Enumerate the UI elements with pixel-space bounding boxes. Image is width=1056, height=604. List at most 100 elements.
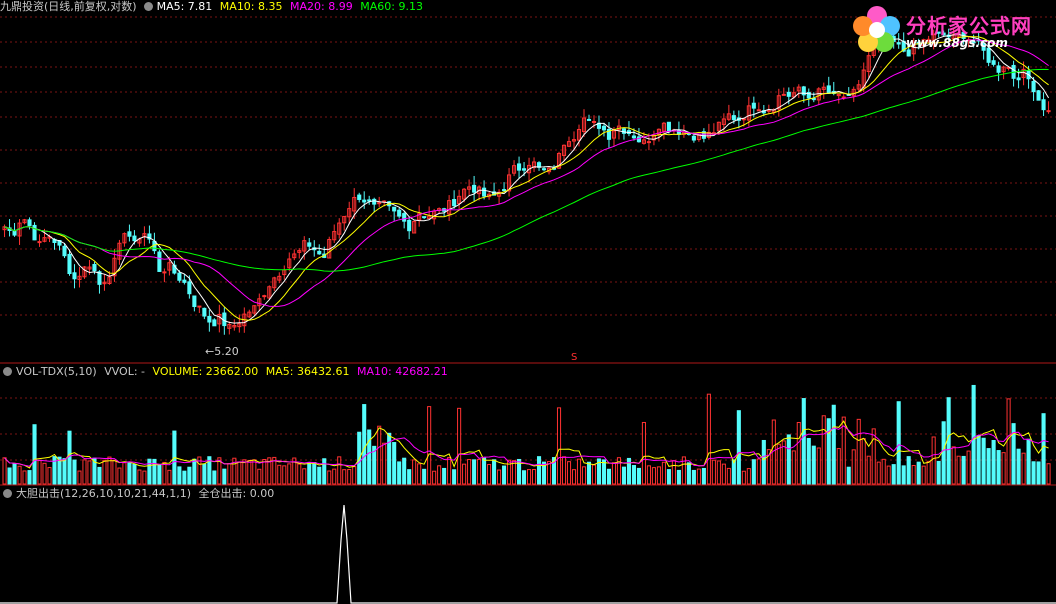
volume-bar: [881, 458, 886, 485]
volume-bar: [641, 421, 646, 485]
volume-bar: [896, 401, 901, 485]
volume-bar: [976, 435, 981, 485]
volume-ma5-line: [4, 420, 1049, 469]
volume-bar: [77, 470, 82, 485]
volume-bar: [327, 470, 332, 485]
candle-body: [601, 125, 607, 131]
volume-bar: [302, 468, 307, 485]
ma5-readout: MA5: 7.81: [156, 0, 213, 13]
candle-body: [262, 295, 267, 298]
candle-body: [132, 235, 137, 242]
volume-bar: [756, 458, 761, 485]
volume-bar: [142, 470, 147, 485]
volume-bar: [182, 470, 187, 485]
settings-circle-icon[interactable]: [3, 489, 12, 498]
volume-bar: [367, 429, 372, 485]
volume-bar: [527, 469, 532, 485]
volume-bar: [591, 464, 597, 485]
volume-bar: [906, 456, 911, 485]
volume-bar: [67, 430, 72, 485]
volume-bar: [981, 437, 986, 485]
volume-bar: [1036, 461, 1041, 485]
volume-bar: [646, 465, 651, 485]
volume-bar: [82, 459, 87, 485]
volume-bar: [806, 438, 811, 485]
candle-body: [502, 189, 507, 192]
volume-bar: [462, 463, 467, 485]
volume-bar: [12, 463, 17, 485]
candle-body: [187, 281, 192, 295]
volume-bar: [492, 459, 497, 485]
volume-bar: [457, 407, 462, 485]
settings-circle-icon[interactable]: [143, 2, 153, 11]
volume-bar: [631, 465, 636, 485]
volume-bar: [497, 469, 502, 485]
volume-bar: [751, 459, 756, 485]
volume-bar: [721, 463, 726, 485]
settings-circle-icon[interactable]: [3, 367, 12, 376]
volume-bar: [951, 446, 956, 485]
volume-bar: [257, 468, 262, 485]
volume-bar: [776, 443, 781, 485]
candle-body: [786, 91, 791, 97]
candle-body: [1031, 81, 1036, 93]
volume-bar: [127, 462, 132, 485]
main-chart-header: 九鼎投资(日线,前复权,对数) MA5: 7.81 MA10: 8.35 MA20…: [0, 0, 427, 14]
volume-bar: [452, 469, 457, 485]
volume-bar: [581, 466, 587, 485]
indicator-readout: 全仓出击: 0.00: [198, 487, 275, 500]
candle-body: [212, 319, 217, 327]
vol-ma5-readout: MA5: 36432.61: [265, 365, 350, 378]
volume-bar: [467, 459, 472, 485]
volume-bar: [971, 384, 976, 485]
grid-lines: [0, 16, 1056, 461]
volume-bar: [966, 450, 971, 485]
volume-bar: [342, 469, 347, 485]
stock-chart: ←5.20 S: [0, 16, 1056, 604]
volume-bar: [247, 459, 252, 485]
volume-bar: [162, 461, 167, 485]
candle-body: [731, 115, 736, 121]
volume-bar: [786, 434, 791, 485]
volume-bar: [816, 447, 821, 485]
volume-bar: [661, 461, 666, 485]
candle-body: [127, 231, 132, 237]
candlestick-series: [2, 25, 1051, 335]
volume-bar: [866, 455, 871, 485]
candle-body: [157, 251, 162, 272]
volume-bar: [112, 459, 117, 485]
volume-bar: [941, 421, 946, 485]
volume-bar: [826, 418, 831, 485]
volume-bar: [1016, 448, 1021, 485]
candle-body: [92, 263, 97, 272]
candle-body: [192, 295, 197, 308]
ma5-line: [4, 33, 1050, 324]
candle-body: [1046, 110, 1051, 113]
volume-bar: [691, 469, 696, 485]
volume-bar: [1046, 463, 1051, 485]
volume-bar: [996, 450, 1001, 485]
candle-body: [372, 198, 377, 205]
vol-ma10-readout: MA10: 42682.21: [356, 365, 448, 378]
volume-bar: [47, 467, 52, 485]
volume-bar: [287, 463, 292, 485]
volume-bar: [876, 461, 881, 485]
candle-body: [472, 184, 477, 193]
volume-bar: [686, 462, 691, 485]
sell-marker: S: [571, 352, 577, 363]
volume-bar: [347, 469, 352, 485]
volume-bar: [427, 406, 432, 485]
volume-bar: [811, 445, 816, 485]
volume-bar: [986, 448, 991, 485]
candle-body: [541, 168, 547, 171]
volume-bar: [871, 428, 876, 485]
ma60-readout: MA60: 9.13: [360, 0, 423, 13]
candle-body: [177, 272, 182, 281]
volume-bar: [2, 457, 7, 485]
ma60-line: [4, 68, 1049, 272]
volume-bar: [222, 468, 227, 485]
volume-bar: [651, 467, 656, 485]
volume-bar: [556, 407, 562, 485]
candle-body: [1041, 99, 1046, 111]
volume-bar: [836, 448, 841, 485]
